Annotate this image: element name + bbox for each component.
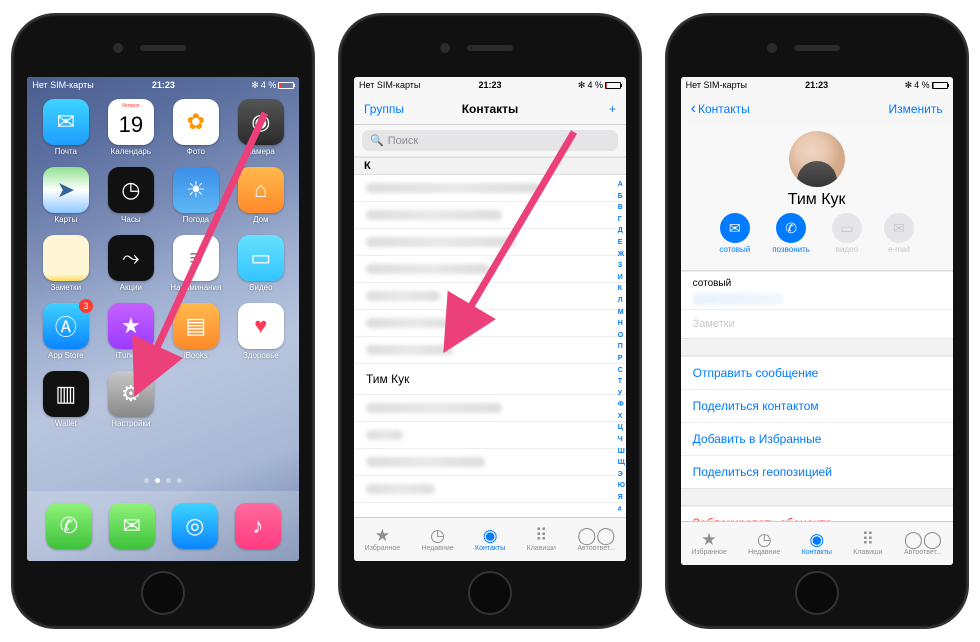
- dock-app[interactable]: ✆: [46, 503, 92, 549]
- phone-mockup-1: Нет SIM-карты 21:23 ✻ 4 % ✉ПочтаЧетверг1…: [13, 15, 313, 627]
- app-Камера[interactable]: ◉Камера: [232, 99, 289, 156]
- tab-Избранное[interactable]: ★Избранное: [691, 531, 726, 556]
- tab-Недавние[interactable]: ◷Недавние: [748, 531, 780, 556]
- contact-row[interactable]: [354, 337, 626, 364]
- action-сотовый[interactable]: ✉сотовый: [719, 213, 750, 254]
- home-button[interactable]: [141, 571, 185, 615]
- contact-row[interactable]: [354, 476, 626, 503]
- link-row[interactable]: Отправить сообщение: [681, 356, 953, 389]
- app-Wallet[interactable]: ▥Wallet: [37, 371, 94, 428]
- status-bar: Нет SIM-карты 21:23 ✻ 4 %: [27, 77, 299, 93]
- tab-Контакты[interactable]: ◉Контакты: [802, 531, 832, 556]
- tab-Недавние[interactable]: ◷Недавние: [422, 527, 454, 552]
- action-позвонить[interactable]: ✆позвонить: [772, 213, 810, 254]
- app-Заметки[interactable]: Заметки: [37, 235, 94, 292]
- app-Здоровье[interactable]: ♥Здоровье: [232, 303, 289, 360]
- app-Календарь[interactable]: Четверг19Календарь: [102, 99, 159, 156]
- contact-row[interactable]: [354, 310, 626, 337]
- contact-row[interactable]: [354, 449, 626, 476]
- app-App Store[interactable]: Ⓐ3App Store: [37, 303, 94, 360]
- screen-contact-detail: Нет SIM-карты 21:23 ✻ 4 % ‹ Контакты Изм…: [681, 77, 953, 565]
- contact-row[interactable]: [354, 422, 626, 449]
- action-e-mail: ✉e-mail: [884, 213, 914, 254]
- home-button[interactable]: [795, 571, 839, 615]
- navbar: ‹ Контакты Изменить: [681, 93, 953, 125]
- notes-field[interactable]: Заметки: [681, 309, 953, 338]
- contact-row[interactable]: [354, 256, 626, 283]
- dock: ✆ ✉ ◎ ♪: [27, 491, 299, 561]
- tab-bar: ★Избранное ◷Недавние ◉Контакты ⠿Клавиши ◯◯Ав…: [681, 521, 953, 565]
- app-Часы[interactable]: ◷Часы: [102, 167, 159, 224]
- contact-row-tim-cook[interactable]: Тим Кук: [354, 364, 626, 395]
- app-Дом[interactable]: ⌂Дом: [232, 167, 289, 224]
- contact-row[interactable]: [354, 202, 626, 229]
- dock-app[interactable]: ✉: [109, 503, 155, 549]
- contact-row[interactable]: [354, 283, 626, 310]
- app-Акции[interactable]: ⤳Акции: [102, 235, 159, 292]
- phone-mockup-2: Нет SIM-карты 21:23 ✻ 4 % Группы Контакт…: [340, 15, 640, 627]
- app-Карты[interactable]: ➤Карты: [37, 167, 94, 224]
- search-icon: 🔍: [370, 134, 384, 147]
- contact-name: Тим Кук: [681, 191, 953, 209]
- page-dots[interactable]: [144, 478, 182, 483]
- status-sim: Нет SIM-карты: [32, 80, 93, 90]
- status-bar: Нет SIM-карты 21:23 ✻ 4 %: [681, 77, 953, 93]
- link-row[interactable]: Поделиться геопозицией: [681, 455, 953, 488]
- action-видео: ▭видео: [832, 213, 862, 254]
- status-bar: Нет SIM-карты 21:23 ✻ 4 %: [354, 77, 626, 93]
- screen-contacts-list: Нет SIM-карты 21:23 ✻ 4 % Группы Контакт…: [354, 77, 626, 561]
- phone-field[interactable]: сотовый: [681, 271, 953, 309]
- app-Фото[interactable]: ✿Фото: [167, 99, 224, 156]
- app-Напоминания[interactable]: ≡Напоминания: [167, 235, 224, 292]
- tab-Автоответ...[interactable]: ◯◯Автоответ...: [577, 527, 615, 552]
- app-iTunes...[interactable]: ★iTunes...: [102, 303, 159, 360]
- status-time: 21:23: [152, 80, 175, 90]
- tab-bar: ★Избранное ◷Недавние ◉Контакты ⠿Клавиши ◯◯Ав…: [354, 517, 626, 561]
- screen-home: Нет SIM-карты 21:23 ✻ 4 % ✉ПочтаЧетверг1…: [27, 77, 299, 561]
- navbar: Группы Контакты +: [354, 93, 626, 125]
- nav-groups-button[interactable]: Группы: [364, 102, 404, 116]
- app-iBooks[interactable]: ▤iBooks: [167, 303, 224, 360]
- section-header: К: [354, 157, 626, 175]
- tab-Контакты[interactable]: ◉Контакты: [475, 527, 505, 552]
- add-contact-button[interactable]: +: [609, 103, 616, 115]
- link-row[interactable]: Добавить в Избранные: [681, 422, 953, 455]
- app-Видео[interactable]: ▭Видео: [232, 235, 289, 292]
- search-input[interactable]: 🔍 Поиск: [362, 130, 618, 151]
- app-Настройки[interactable]: ⚙1Настройки: [102, 371, 159, 428]
- index-bar[interactable]: АБВГДЕЖЗИКЛМНОПРСТУФХЦЧШЩЭЮЯ#: [618, 177, 625, 517]
- contact-row[interactable]: [354, 395, 626, 422]
- home-button[interactable]: [468, 571, 512, 615]
- edit-button[interactable]: Изменить: [889, 102, 943, 116]
- nav-title: Контакты: [462, 102, 519, 116]
- chevron-left-icon: ‹: [691, 100, 696, 118]
- dock-app[interactable]: ◎: [172, 503, 218, 549]
- dock-app[interactable]: ♪: [235, 503, 281, 549]
- tab-Клавиши[interactable]: ⠿Клавиши: [853, 531, 882, 556]
- link-row[interactable]: Поделиться контактом: [681, 389, 953, 422]
- contact-row[interactable]: [354, 229, 626, 256]
- app-Почта[interactable]: ✉Почта: [37, 99, 94, 156]
- contact-avatar: [789, 131, 845, 187]
- phone-mockup-3: Нет SIM-карты 21:23 ✻ 4 % ‹ Контакты Изм…: [667, 15, 967, 627]
- tab-Клавиши[interactable]: ⠿Клавиши: [527, 527, 556, 552]
- tab-Избранное[interactable]: ★Избранное: [365, 527, 400, 552]
- tab-Автоответ...[interactable]: ◯◯Автоответ...: [904, 531, 942, 556]
- app-Погода[interactable]: ☀Погода: [167, 167, 224, 224]
- back-button[interactable]: ‹ Контакты: [691, 100, 750, 118]
- contact-row[interactable]: [354, 175, 626, 202]
